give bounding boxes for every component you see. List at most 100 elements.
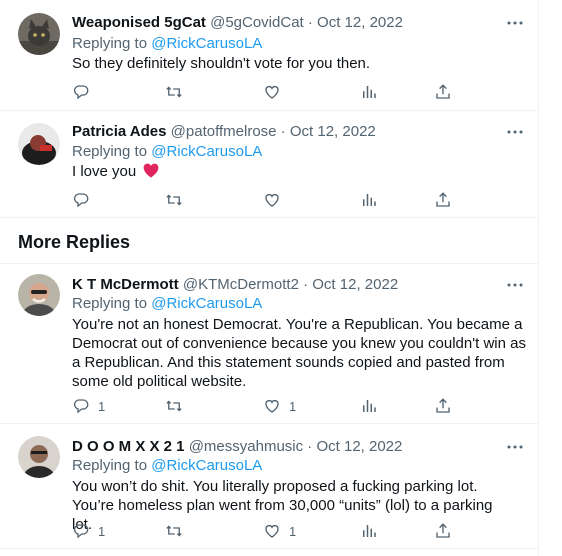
replying-to-label: Replying to <box>72 457 152 474</box>
display-name[interactable]: Weaponised 5gCat <box>72 14 206 31</box>
tweet[interactable]: K T McDermott @KTMcDermott2 · Oct 12, 20… <box>0 263 538 424</box>
views-icon <box>360 191 378 209</box>
views-icon <box>360 83 378 101</box>
separator: · <box>303 438 317 455</box>
replying-to: Replying to @RickCarusoLA <box>72 457 262 475</box>
user-handle[interactable]: @KTMcDermott2 <box>183 276 299 293</box>
avatar-image <box>18 274 60 316</box>
replying-to: Replying to @RickCarusoLA <box>72 143 262 161</box>
tweet-header: D O O M X X 2 1 @messyahmusic · Oct 12, … <box>72 438 402 456</box>
tweet-actions <box>72 82 472 102</box>
share-icon <box>434 397 452 415</box>
tweet-actions: 1 1 <box>72 521 472 541</box>
like-button[interactable] <box>263 82 281 102</box>
share-icon <box>434 522 452 540</box>
views-button[interactable] <box>360 190 378 210</box>
more-icon[interactable] <box>504 125 526 139</box>
share-button[interactable] <box>434 82 452 102</box>
tweet-actions: 1 1 <box>72 396 472 416</box>
replying-to-label: Replying to <box>72 35 152 52</box>
user-handle[interactable]: @5gCovidCat <box>210 14 304 31</box>
reply-count: 1 <box>98 523 106 539</box>
avatar[interactable] <box>18 13 60 55</box>
reply-icon <box>72 191 90 209</box>
separator: · <box>276 123 290 140</box>
avatar[interactable] <box>18 436 60 478</box>
replying-to-label: Replying to <box>72 295 152 312</box>
tweet-text: I love you <box>72 162 534 181</box>
display-name[interactable]: Patricia Ades <box>72 123 167 140</box>
reply-feed: Weaponised 5gCat @5gCovidCat · Oct 12, 2… <box>0 0 539 556</box>
share-button[interactable] <box>434 190 452 210</box>
tweet-actions <box>72 190 472 210</box>
reply-icon <box>72 397 90 415</box>
avatar-image <box>18 436 60 478</box>
views-icon <box>360 397 378 415</box>
replying-to-link[interactable]: @RickCarusoLA <box>151 295 262 312</box>
replying-to-link[interactable]: @RickCarusoLA <box>151 35 262 52</box>
avatar[interactable] <box>18 274 60 316</box>
more-icon[interactable] <box>504 440 526 454</box>
tweet-text: You're not an honest Democrat. You're a … <box>72 316 526 390</box>
cat-avatar-image <box>18 13 60 55</box>
tweet-header: Weaponised 5gCat @5gCovidCat · Oct 12, 2… <box>72 14 403 32</box>
retweet-button[interactable] <box>165 82 183 102</box>
user-handle[interactable]: @messyahmusic <box>189 438 303 455</box>
like-button[interactable] <box>263 190 281 210</box>
separator: · <box>298 276 313 293</box>
share-icon <box>434 191 452 209</box>
retweet-icon <box>165 191 183 209</box>
heart-icon <box>263 191 281 209</box>
tweet-date[interactable]: Oct 12, 2022 <box>316 438 402 455</box>
views-icon <box>360 522 378 540</box>
share-button[interactable] <box>434 396 452 416</box>
tweet-header: Patricia Ades @patoffmelrose · Oct 12, 2… <box>72 123 376 141</box>
avatar[interactable] <box>18 123 60 165</box>
like-button[interactable]: 1 <box>263 521 296 541</box>
heart-icon <box>263 397 281 415</box>
like-count: 1 <box>289 398 297 414</box>
reply-button[interactable] <box>72 82 90 102</box>
like-button[interactable]: 1 <box>263 396 296 416</box>
user-handle[interactable]: @patoffmelrose <box>171 123 277 140</box>
retweet-button[interactable] <box>165 521 183 541</box>
replying-to-label: Replying to <box>72 143 152 160</box>
red-heart-emoji-icon <box>144 163 159 178</box>
retweet-icon <box>165 397 183 415</box>
reply-count: 1 <box>98 398 106 414</box>
separator: · <box>303 14 318 31</box>
avatar-image <box>18 123 60 165</box>
replying-to-link[interactable]: @RickCarusoLA <box>151 457 262 474</box>
tweet-date[interactable]: Oct 12, 2022 <box>317 14 403 31</box>
reply-icon <box>72 83 90 101</box>
views-button[interactable] <box>360 396 378 416</box>
tweet-header: K T McDermott @KTMcDermott2 · Oct 12, 20… <box>72 276 398 294</box>
share-icon <box>434 83 452 101</box>
like-count: 1 <box>289 523 297 539</box>
share-button[interactable] <box>434 521 452 541</box>
more-icon[interactable] <box>504 16 526 30</box>
replying-to-link[interactable]: @RickCarusoLA <box>151 143 262 160</box>
tweet[interactable]: Patricia Ades @patoffmelrose · Oct 12, 2… <box>0 111 538 218</box>
reply-button[interactable]: 1 <box>72 521 105 541</box>
reply-button[interactable]: 1 <box>72 396 105 416</box>
more-replies-heading: More Replies <box>18 232 131 252</box>
tweet-text: So they definitely shouldn't vote for yo… <box>72 55 371 72</box>
reply-button[interactable] <box>72 190 90 210</box>
retweet-button[interactable] <box>165 396 183 416</box>
display-name[interactable]: D O O M X X 2 1 <box>72 438 185 455</box>
heart-icon <box>263 522 281 540</box>
tweet-date[interactable]: Oct 12, 2022 <box>312 276 398 293</box>
tweet[interactable]: Weaponised 5gCat @5gCovidCat · Oct 12, 2… <box>0 0 538 111</box>
retweet-button[interactable] <box>165 190 183 210</box>
replying-to: Replying to @RickCarusoLA <box>72 295 262 313</box>
views-button[interactable] <box>360 82 378 102</box>
tweet-date[interactable]: Oct 12, 2022 <box>290 123 376 140</box>
retweet-icon <box>165 83 183 101</box>
reply-icon <box>72 522 90 540</box>
replying-to: Replying to @RickCarusoLA <box>72 35 262 53</box>
tweet[interactable]: D O O M X X 2 1 @messyahmusic · Oct 12, … <box>0 424 538 549</box>
more-icon[interactable] <box>504 278 526 292</box>
views-button[interactable] <box>360 521 378 541</box>
display-name[interactable]: K T McDermott <box>72 276 179 293</box>
